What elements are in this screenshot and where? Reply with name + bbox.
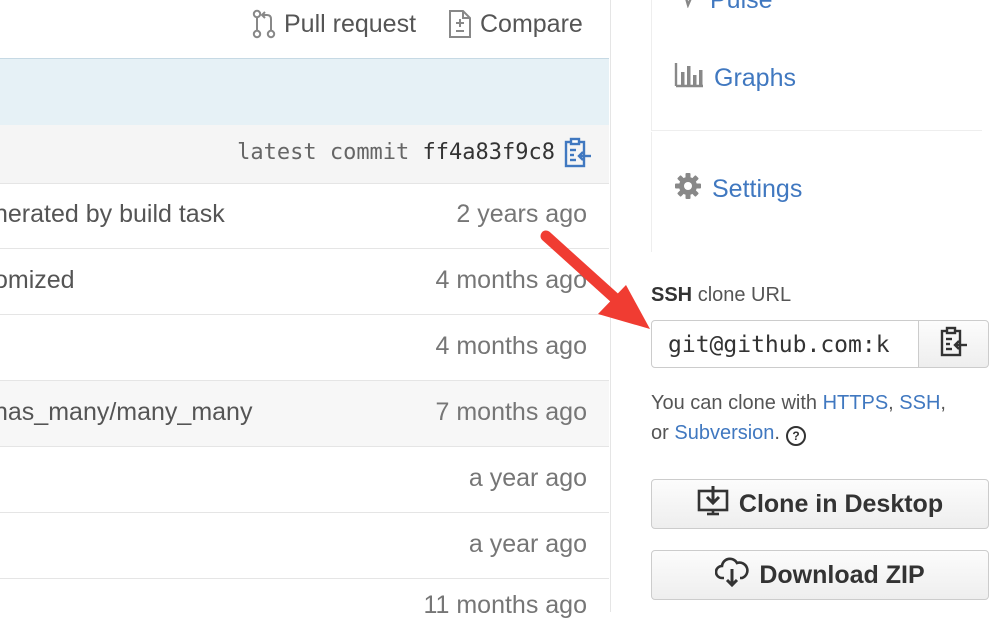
file-list: nerated by build task 2 years ago omized…	[0, 183, 609, 629]
file-row: a year ago	[0, 447, 609, 513]
clone-help-prefix: You can clone with	[651, 392, 818, 414]
commit-age: a year ago	[468, 464, 587, 492]
commit-age: 7 months ago	[435, 398, 588, 426]
latest-commit-bar: latest commit ff4a83f9c8	[0, 125, 609, 184]
commit-age: 11 months ago	[423, 591, 587, 619]
pull-request-icon	[252, 9, 276, 39]
file-row: 4 months ago	[0, 315, 609, 381]
commit-sha-link[interactable]: ff4a83f9c8	[423, 140, 555, 165]
commit-message-link[interactable]: omized	[0, 266, 75, 295]
clone-help-separator: ,	[888, 392, 894, 414]
copy-clone-url-button[interactable]	[918, 320, 989, 368]
sidebar-nav-list: Pulse Graphs	[651, 0, 982, 131]
download-zip-label: Download ZIP	[759, 560, 925, 589]
download-zip-button[interactable]: Download ZIP	[651, 550, 989, 600]
repo-file-panel: Pull request Compare latest commit ff4a8…	[0, 0, 611, 619]
compare-button[interactable]: Compare	[448, 6, 583, 42]
pull-request-label: Pull request	[284, 9, 417, 38]
sidebar-item-label: Graphs	[714, 64, 796, 92]
graph-icon	[674, 62, 704, 95]
sidebar-item-pulse[interactable]: Pulse	[674, 0, 773, 15]
clone-https-link[interactable]: HTTPS	[823, 392, 889, 414]
desktop-download-icon	[697, 485, 729, 523]
clone-in-desktop-label: Clone in Desktop	[738, 489, 944, 518]
clone-help-end: .	[774, 422, 780, 444]
file-row: a year ago	[0, 513, 609, 579]
clipboard-icon	[939, 326, 969, 363]
sidebar-item-label: Pulse	[710, 0, 773, 14]
repository-description-bar	[0, 58, 609, 126]
clone-help-text: You can clone with HTTPS, SSH, or Subvers…	[651, 388, 996, 448]
sidebar-item-graphs[interactable]: Graphs	[674, 62, 796, 95]
clone-subversion-link[interactable]: Subversion	[674, 422, 774, 444]
commit-message-link[interactable]: has_many/many_many	[0, 398, 252, 427]
repo-sidebar: Pulse Graphs Settings SSH clone URL git@…	[611, 0, 1006, 612]
compare-icon	[448, 9, 472, 39]
repo-toolbar: Pull request Compare	[0, 0, 610, 58]
clone-in-desktop-button[interactable]: Clone in Desktop	[651, 479, 989, 529]
clone-url-label-suffix: clone URL	[697, 284, 792, 306]
file-row: has_many/many_many 7 months ago	[0, 381, 609, 447]
commit-age: 4 months ago	[435, 332, 588, 360]
compare-label: Compare	[480, 9, 583, 38]
pulse-icon	[674, 0, 700, 15]
clone-protocol: SSH	[651, 284, 693, 306]
clone-url-label: SSH clone URL	[651, 284, 791, 307]
help-icon[interactable]: ?	[785, 426, 806, 446]
sidebar-item-label: Settings	[712, 175, 803, 203]
latest-commit-prefix: latest commit	[237, 140, 410, 165]
file-row: omized 4 months ago	[0, 249, 609, 315]
clone-ssh-link[interactable]: SSH	[899, 392, 940, 414]
commit-age: 4 months ago	[435, 266, 588, 294]
commit-age: a year ago	[468, 530, 587, 558]
clone-url-group: git@github.com:k	[651, 320, 989, 370]
cloud-download-icon	[715, 557, 750, 594]
clone-help-or: or	[651, 422, 669, 444]
pull-request-button[interactable]: Pull request	[252, 6, 416, 42]
file-row: 11 months ago	[0, 579, 609, 629]
commit-message-link[interactable]: nerated by build task	[0, 200, 225, 229]
commit-age: 2 years ago	[456, 200, 587, 228]
latest-commit-text: latest commit ff4a83f9c8	[237, 140, 555, 165]
clone-help-separator: ,	[940, 392, 946, 414]
file-row: nerated by build task 2 years ago	[0, 183, 609, 249]
copy-sha-clipboard-icon[interactable]	[563, 137, 593, 169]
sidebar-settings-list: Settings	[651, 132, 982, 252]
sidebar-item-settings[interactable]: Settings	[674, 172, 802, 207]
clone-url-input[interactable]: git@github.com:k	[651, 320, 919, 368]
gear-icon	[674, 172, 702, 207]
